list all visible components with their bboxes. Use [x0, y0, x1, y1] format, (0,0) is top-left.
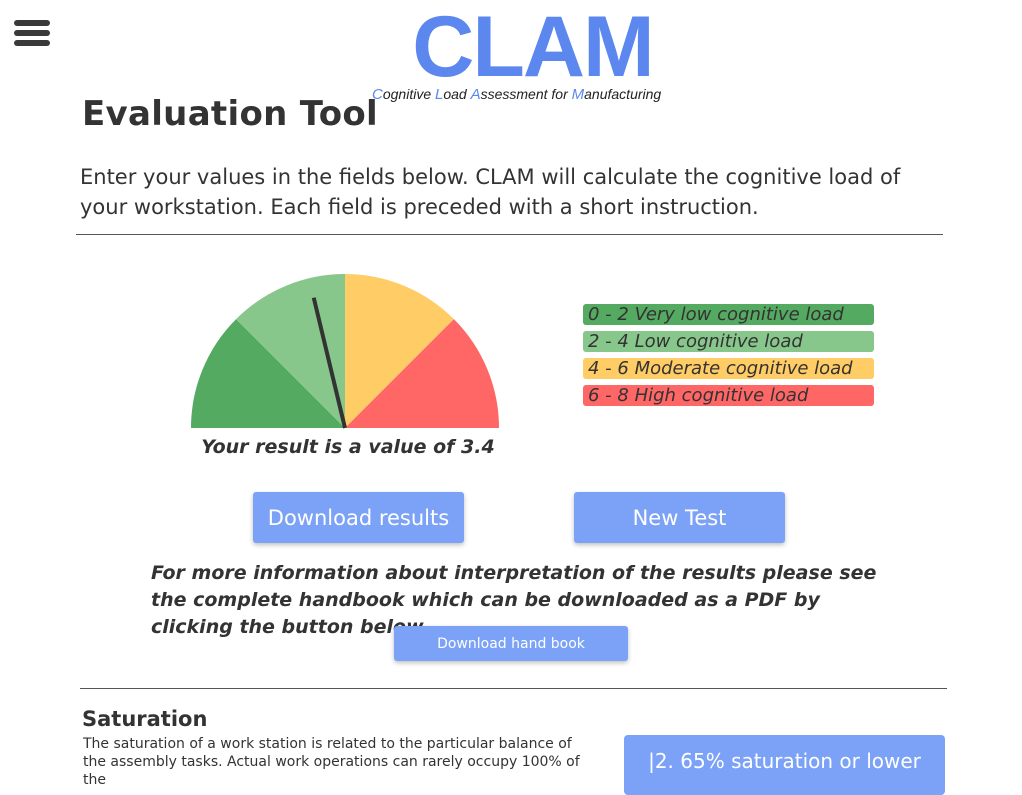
divider: [80, 688, 947, 689]
saturation-option-button[interactable]: |2. 65% saturation or lower: [624, 735, 945, 795]
result-text: Your result is a value of 3.4: [201, 436, 495, 458]
new-test-button[interactable]: New Test: [574, 492, 785, 543]
cognitive-load-gauge: [191, 274, 499, 429]
logo-subtitle-text: oad: [443, 86, 471, 102]
menu-bar: [14, 40, 50, 46]
saturation-description: The saturation of a work station is rela…: [83, 736, 580, 788]
divider: [76, 234, 943, 235]
legend-item: 0 - 2 Very low cognitive load: [583, 304, 874, 325]
legend-item: 2 - 4 Low cognitive load: [583, 331, 874, 352]
legend-item: 4 - 6 Moderate cognitive load: [583, 358, 874, 379]
logo-subtitle-text: ognitive: [382, 86, 435, 102]
download-results-button[interactable]: Download results: [253, 492, 464, 543]
hamburger-menu-icon[interactable]: [14, 20, 50, 50]
logo-subtitle: Cognitive Load Assessment for Manufactur…: [372, 86, 661, 103]
logo-initial: M: [571, 86, 585, 103]
logo-subtitle-text: anufacturing: [584, 86, 662, 102]
intro-text: Enter your values in the fields below. C…: [80, 165, 901, 219]
saturation-title: Saturation: [82, 707, 208, 731]
gauge-legend: 0 - 2 Very low cognitive load 2 - 4 Low c…: [583, 304, 874, 412]
logo-initial: A: [470, 86, 481, 103]
logo-wordmark: CLAM: [412, 0, 654, 95]
menu-bar: [14, 30, 50, 36]
logo-subtitle-text: ssessment for: [480, 86, 572, 102]
menu-bar: [14, 20, 50, 26]
legend-item: 6 - 8 High cognitive load: [583, 385, 874, 406]
page-title: Evaluation Tool: [82, 94, 378, 134]
clam-logo: CLAM Cognitive Load Assessment for Manuf…: [360, 0, 705, 103]
download-handbook-button[interactable]: Download hand book: [394, 626, 628, 661]
